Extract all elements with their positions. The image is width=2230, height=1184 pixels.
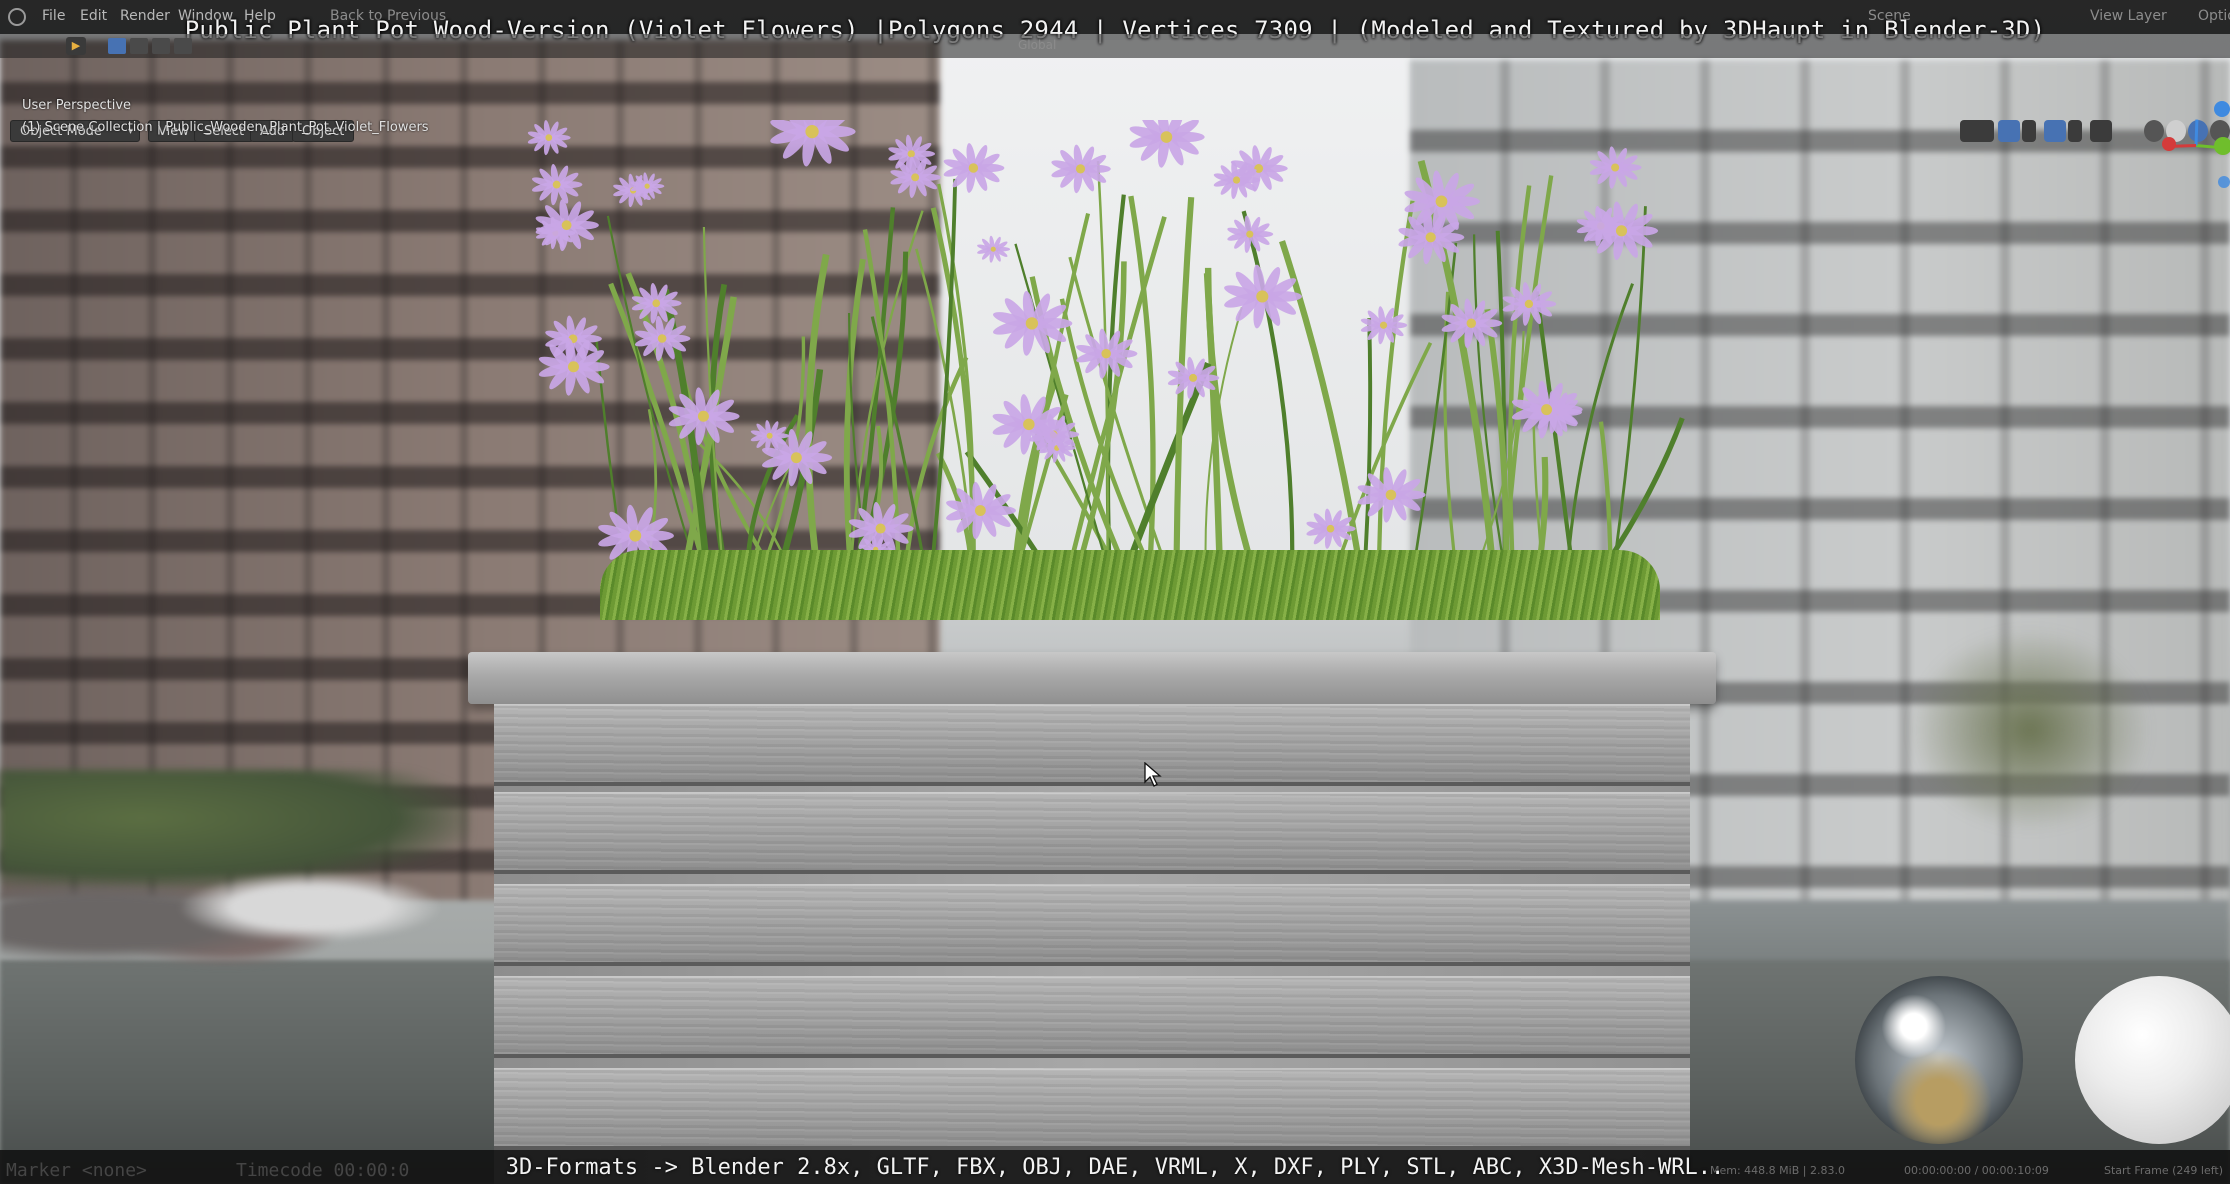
scene-collection-label: (1) Scene Collection | Public_Wooden_Pla… [22,120,429,135]
parked-cars [0,840,500,990]
stem [1241,210,1295,591]
pot-plank [494,884,1690,966]
gizmo-dropdown-icon[interactable] [2022,120,2036,142]
grass-layer [600,550,1660,620]
visibility-icon[interactable] [1960,120,1994,142]
right-tree [1900,620,2160,840]
transform-orientation[interactable]: Global [1018,38,1056,52]
select-invert-icon[interactable] [174,38,192,54]
y-axis-dot[interactable] [2214,137,2230,155]
overlay-toggle-icon[interactable] [2044,120,2066,142]
pot-body [494,704,1690,1184]
pot-rim [468,652,1716,704]
pot-plank [494,704,1690,786]
gizmo-axes-icon[interactable] [2160,96,2230,196]
violet-flower [527,120,571,156]
violet-flower [1502,282,1557,326]
z-axis-dot[interactable] [2214,101,2230,117]
violet-flower [1227,215,1274,253]
play-icon[interactable]: ▶ [66,37,86,55]
neg-z-axis-dot[interactable] [2218,176,2230,188]
select-subtract-icon[interactable] [152,38,170,54]
hdri-chrome-sphere [1855,976,2023,1144]
violet-flower [943,143,1005,193]
violet-flower [1589,146,1642,189]
flower-plant-model[interactable] [480,96,1760,660]
toolbar-row: ▶ Global [0,34,2230,58]
pot-plank [494,976,1690,1058]
z-axis-line [2194,119,2199,146]
cursor-arrow-icon [1144,762,1162,787]
viewport-header: Object Mode ▾ View Select Add Object [0,58,2230,142]
overlay-dropdown-icon[interactable] [2068,120,2082,142]
violet-flower [531,164,583,206]
stem [1408,242,1458,591]
violet-flower [770,96,856,167]
stem [1564,283,1634,591]
violet-flower [1129,106,1205,168]
violet-flower [634,315,691,362]
select-box-icon[interactable] [108,38,126,54]
violet-flower [977,235,1011,263]
xray-icon[interactable] [2090,120,2112,142]
formats-caption: 3D-Formats -> Blender 2.8x, GLTF, FBX, O… [505,1155,1725,1180]
violet-flower [1360,306,1408,345]
view-perspective-label: User Perspective [22,98,132,113]
violet-flower [1051,144,1111,194]
gizmo-toggle-icon[interactable] [1998,120,2020,142]
pot-plank [494,1068,1690,1150]
pot-plank [494,792,1690,874]
stem [805,253,830,591]
wooden-pot-model[interactable] [468,652,1716,1184]
x-axis-dot[interactable] [2162,137,2176,151]
select-extend-icon[interactable] [130,38,148,54]
hdri-diffuse-sphere [2075,976,2230,1144]
